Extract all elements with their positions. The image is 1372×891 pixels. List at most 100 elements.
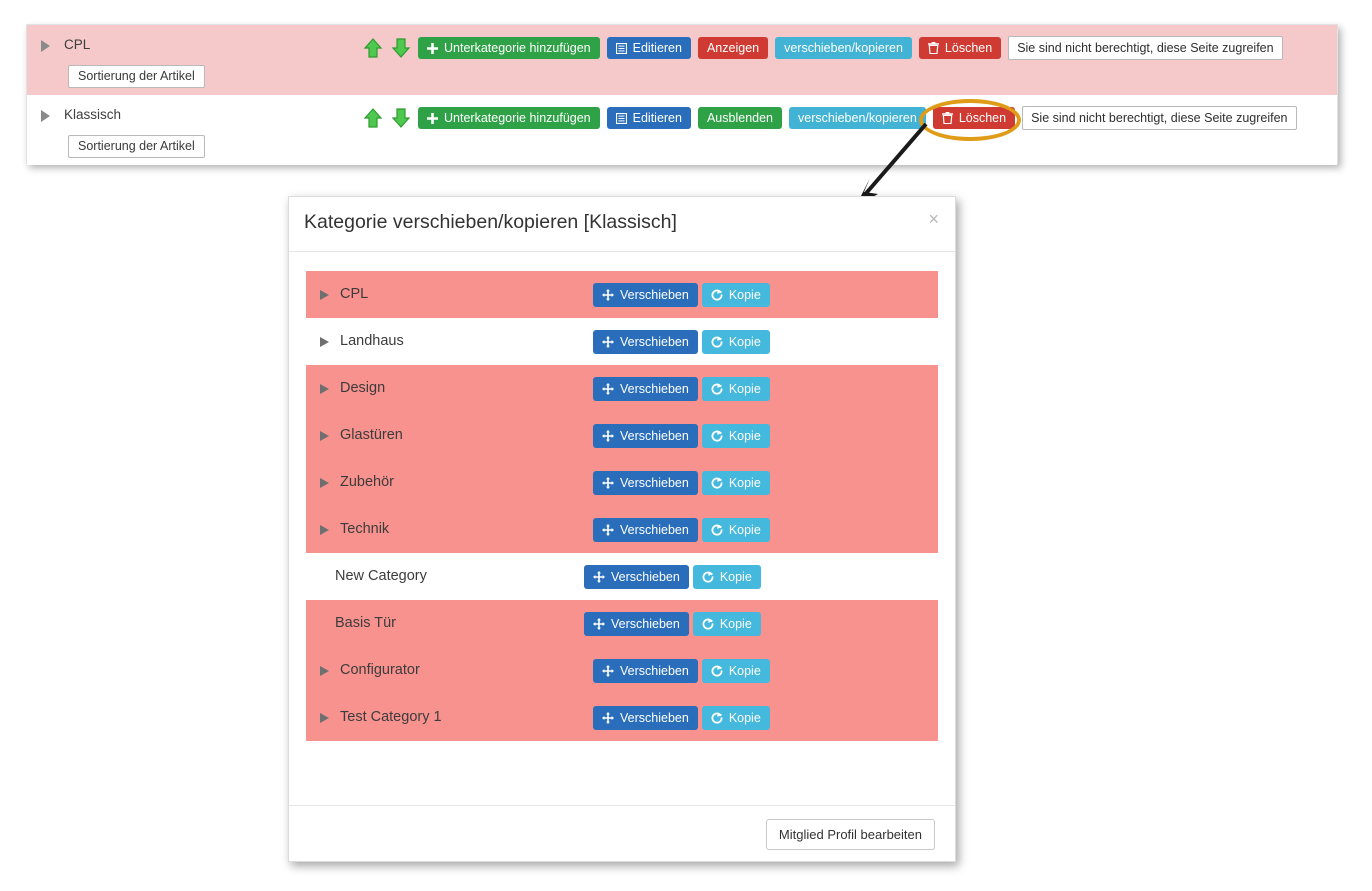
document-icon — [615, 42, 627, 54]
trash-icon — [941, 112, 953, 124]
arrow-down-icon[interactable] — [390, 37, 412, 59]
move-button[interactable]: Verschieben — [593, 424, 698, 448]
expand-triangle-icon[interactable] — [320, 431, 329, 441]
list-item-label: Glastüren — [340, 427, 403, 443]
copy-label: Kopie — [719, 570, 752, 584]
expand-triangle-icon[interactable] — [320, 478, 329, 488]
delete-button[interactable]: Löschen — [932, 107, 1016, 129]
delete-label: Löschen — [944, 41, 993, 55]
move-button[interactable]: Verschieben — [593, 706, 698, 730]
copy-share-icon — [702, 571, 714, 583]
move-button[interactable]: Verschieben — [584, 612, 689, 636]
edit-member-profile-button[interactable]: Mitglied Profil bearbeiten — [765, 819, 935, 850]
move-arrows-icon — [593, 571, 605, 583]
list-item-label: Zubehör — [340, 474, 395, 490]
dialog-body: CPL Verschieben Kopie Landhaus Verschieb… — [289, 252, 955, 805]
expand-triangle-icon[interactable] — [320, 525, 329, 535]
move-label: Verschieben — [611, 617, 680, 631]
add-subcategory-button[interactable]: Unterkategorie hinzufügen — [418, 107, 600, 129]
move-button[interactable]: Verschieben — [593, 471, 698, 495]
arrow-down-icon[interactable] — [390, 107, 412, 129]
copy-button[interactable]: Kopie — [692, 565, 761, 589]
dialog-title: Kategorie verschieben/kopieren [Klassisc… — [304, 211, 677, 233]
edit-button[interactable]: Editieren — [606, 37, 691, 59]
move-arrows-icon — [602, 430, 614, 442]
copy-share-icon — [711, 430, 723, 442]
expand-triangle-icon[interactable] — [41, 40, 50, 52]
expand-triangle-icon[interactable] — [320, 290, 329, 300]
delete-button[interactable]: Löschen — [918, 37, 1002, 59]
copy-share-icon — [711, 712, 723, 724]
category-row-klassisch: Klassisch Unterkategorie hinzufügen Edit… — [27, 95, 1337, 165]
expand-triangle-icon[interactable] — [320, 666, 329, 676]
copy-button[interactable]: Kopie — [692, 612, 761, 636]
copy-share-icon — [711, 383, 723, 395]
edit-button[interactable]: Editieren — [606, 107, 691, 129]
list-item-actions: Verschieben Kopie — [593, 330, 770, 354]
copy-share-icon — [711, 665, 723, 677]
plus-icon — [427, 112, 438, 124]
list-item-actions: Verschieben Kopie — [584, 565, 761, 589]
move-arrows-icon — [602, 289, 614, 301]
move-label: Verschieben — [620, 664, 689, 678]
copy-share-icon — [711, 524, 723, 536]
expand-triangle-icon[interactable] — [320, 337, 329, 347]
edit-label: Editieren — [632, 111, 682, 125]
document-icon — [615, 112, 627, 124]
sort-articles-button[interactable]: Sortierung der Artikel — [68, 65, 205, 88]
move-arrows-icon — [602, 665, 614, 677]
category-header: CPL Unterkategorie hinzufügen Editieren … — [27, 25, 1337, 65]
add-subcategory-button[interactable]: Unterkategorie hinzufügen — [418, 37, 600, 59]
move-label: Verschieben — [620, 335, 689, 349]
sort-articles-button[interactable]: Sortierung der Artikel — [68, 135, 205, 158]
move-button[interactable]: Verschieben — [593, 377, 698, 401]
copy-button[interactable]: Kopie — [701, 283, 770, 307]
copy-button[interactable]: Kopie — [701, 424, 770, 448]
list-item-label: Design — [340, 380, 386, 396]
copy-label: Kopie — [728, 476, 761, 490]
visibility-button[interactable]: Anzeigen — [697, 37, 769, 59]
list-item: Zubehör Verschieben Kopie — [306, 459, 938, 506]
copy-button[interactable]: Kopie — [701, 330, 770, 354]
move-button[interactable]: Verschieben — [593, 518, 698, 542]
screenshot-stage: CPL Unterkategorie hinzufügen Editieren … — [0, 0, 1372, 891]
copy-button[interactable]: Kopie — [701, 659, 770, 683]
move-button[interactable]: Verschieben — [593, 659, 698, 683]
copy-button[interactable]: Kopie — [701, 706, 770, 730]
copy-button[interactable]: Kopie — [701, 471, 770, 495]
list-item-actions: Verschieben Kopie — [593, 518, 770, 542]
move-arrows-icon — [602, 477, 614, 489]
close-icon[interactable]: × — [928, 210, 939, 228]
expand-triangle-icon[interactable] — [41, 110, 50, 122]
category-row-cpl: CPL Unterkategorie hinzufügen Editieren … — [27, 25, 1337, 95]
arrow-up-icon[interactable] — [362, 37, 384, 59]
move-label: Verschieben — [620, 382, 689, 396]
permission-notice: Sie sind nicht berechtigt, diese Seite z… — [1008, 36, 1283, 60]
list-item: Landhaus Verschieben Kopie — [306, 318, 938, 365]
copy-button[interactable]: Kopie — [701, 377, 770, 401]
category-target-list: CPL Verschieben Kopie Landhaus Verschieb… — [306, 271, 938, 741]
list-item-actions: Verschieben Kopie — [593, 424, 770, 448]
list-item-actions: Verschieben Kopie — [593, 471, 770, 495]
list-item-label: Technik — [340, 521, 390, 537]
move-button[interactable]: Verschieben — [593, 283, 698, 307]
expand-triangle-icon[interactable] — [320, 713, 329, 723]
move-copy-button[interactable]: verschieben/kopieren — [775, 37, 912, 59]
list-item-label: CPL — [340, 286, 369, 302]
list-item: Configurator Verschieben Kopie — [306, 647, 938, 694]
move-copy-button[interactable]: verschieben/kopieren — [789, 107, 926, 129]
copy-label: Kopie — [719, 617, 752, 631]
copy-share-icon — [711, 289, 723, 301]
move-button[interactable]: Verschieben — [593, 330, 698, 354]
copy-button[interactable]: Kopie — [701, 518, 770, 542]
copy-share-icon — [711, 477, 723, 489]
expand-triangle-icon[interactable] — [320, 384, 329, 394]
list-item-actions: Verschieben Kopie — [593, 706, 770, 730]
visibility-button[interactable]: Ausblenden — [697, 107, 782, 129]
arrow-up-icon[interactable] — [362, 107, 384, 129]
list-item-actions: Verschieben Kopie — [593, 283, 770, 307]
move-arrows-icon — [602, 336, 614, 348]
move-button[interactable]: Verschieben — [584, 565, 689, 589]
copy-share-icon — [702, 618, 714, 630]
copy-label: Kopie — [728, 664, 761, 678]
